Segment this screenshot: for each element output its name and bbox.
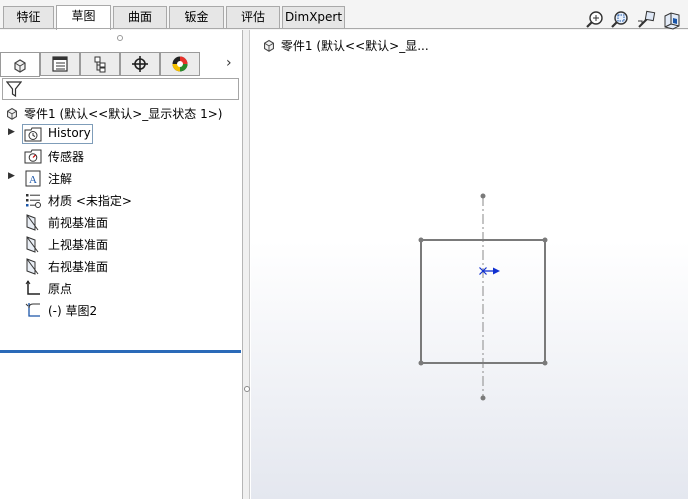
tree-item-label: 右视基准面	[48, 260, 109, 274]
tab-configuration-manager[interactable]	[80, 52, 120, 76]
tree-item-label: 上视基准面	[48, 238, 109, 252]
rectangle-corner[interactable]	[418, 237, 424, 243]
plane-icon	[26, 236, 39, 253]
tree-item-top-plane[interactable]: 上视基准面	[0, 234, 240, 254]
expand-arrow-icon[interactable]: ▶	[8, 171, 15, 181]
plane-icon	[26, 214, 39, 231]
tree-item-label: History	[48, 126, 91, 140]
command-manager-tabs: 特征 草图 曲面 钣金 评估 DimXpert	[0, 0, 688, 30]
centerline-endpoint[interactable]	[480, 193, 486, 199]
display-manager-icon	[172, 56, 188, 72]
manager-tabs: ›	[0, 52, 243, 78]
rectangle-corner[interactable]	[542, 237, 548, 243]
configuration-icon	[94, 56, 106, 73]
tree-item-label: 传感器	[48, 150, 85, 164]
tree-item-label: 材质 <未指定>	[48, 194, 132, 208]
tree-item-right-plane[interactable]: 右视基准面	[0, 256, 240, 276]
tree-item-label: (-) 草图2	[48, 304, 98, 318]
tree-filter-box[interactable]	[2, 78, 239, 100]
filter-icon	[6, 81, 22, 98]
tab-display-manager[interactable]	[160, 52, 200, 76]
more-tabs-chevron[interactable]: ›	[226, 55, 232, 71]
annotation-icon: A	[25, 170, 41, 187]
tab-property-manager[interactable]	[40, 52, 80, 76]
panel-splitter[interactable]	[243, 30, 250, 499]
sensor-icon	[24, 149, 42, 164]
material-icon	[26, 194, 41, 208]
rectangle-corner[interactable]	[418, 360, 424, 366]
tree-item-material[interactable]: 材质 <未指定>	[0, 190, 240, 210]
tab-baseline	[0, 28, 688, 29]
history-icon	[24, 127, 42, 142]
tab-features[interactable]: 特征	[3, 6, 54, 28]
tree-item-origin[interactable]: 原点	[0, 278, 240, 298]
plane-icon	[26, 258, 39, 275]
tree-item-front-plane[interactable]: 前视基准面	[0, 212, 240, 232]
tree-item-history[interactable]: ▶ History	[0, 124, 240, 144]
sketch-canvas	[418, 193, 548, 401]
tab-sheet-metal[interactable]: 钣金	[169, 6, 224, 28]
panel-grip[interactable]	[117, 35, 123, 41]
tree-item-label: 注解	[48, 172, 73, 186]
tab-featuremanager-tree[interactable]	[0, 52, 40, 77]
featuremanager-panel: › 零件1 (默认<<默认>_显示状态 1>) ▶ History 传感器 ▶ …	[0, 30, 243, 499]
tree-item-label: 原点	[48, 282, 73, 296]
svg-text:A: A	[29, 174, 37, 186]
tree-root-part[interactable]: 零件1 (默认<<默认>_显示状态 1>)	[4, 104, 222, 122]
part-icon	[14, 58, 26, 73]
tree-item-sketch2[interactable]: (-) 草图2	[0, 300, 240, 320]
rectangle-corner[interactable]	[542, 360, 548, 366]
centerline-endpoint[interactable]	[480, 395, 486, 401]
tab-surfaces[interactable]: 曲面	[113, 6, 167, 28]
tab-dimxpert-manager[interactable]	[120, 52, 160, 76]
sketch-icon	[25, 303, 40, 317]
splitter-knob[interactable]	[244, 386, 250, 392]
tree-item-sensors[interactable]: 传感器	[0, 146, 240, 166]
tab-dimxpert[interactable]: DimXpert	[282, 6, 345, 28]
property-manager-icon	[52, 56, 68, 72]
tab-evaluate[interactable]: 评估	[226, 6, 280, 28]
rollback-bar[interactable]	[0, 350, 241, 353]
origin-icon	[25, 280, 40, 295]
tree-item-label: 前视基准面	[48, 216, 109, 230]
tree-root-label: 零件1 (默认<<默认>_显示状态 1>)	[24, 106, 223, 121]
part-icon	[7, 107, 17, 120]
tab-sketch[interactable]: 草图	[56, 5, 111, 30]
tree-item-annotations[interactable]: ▶ A 注解	[0, 168, 240, 188]
crosshair-icon	[132, 56, 148, 72]
expand-arrow-icon[interactable]: ▶	[8, 127, 15, 137]
graphics-area[interactable]: ▶ 零件1 (默认<<默认>_显...	[251, 30, 688, 499]
